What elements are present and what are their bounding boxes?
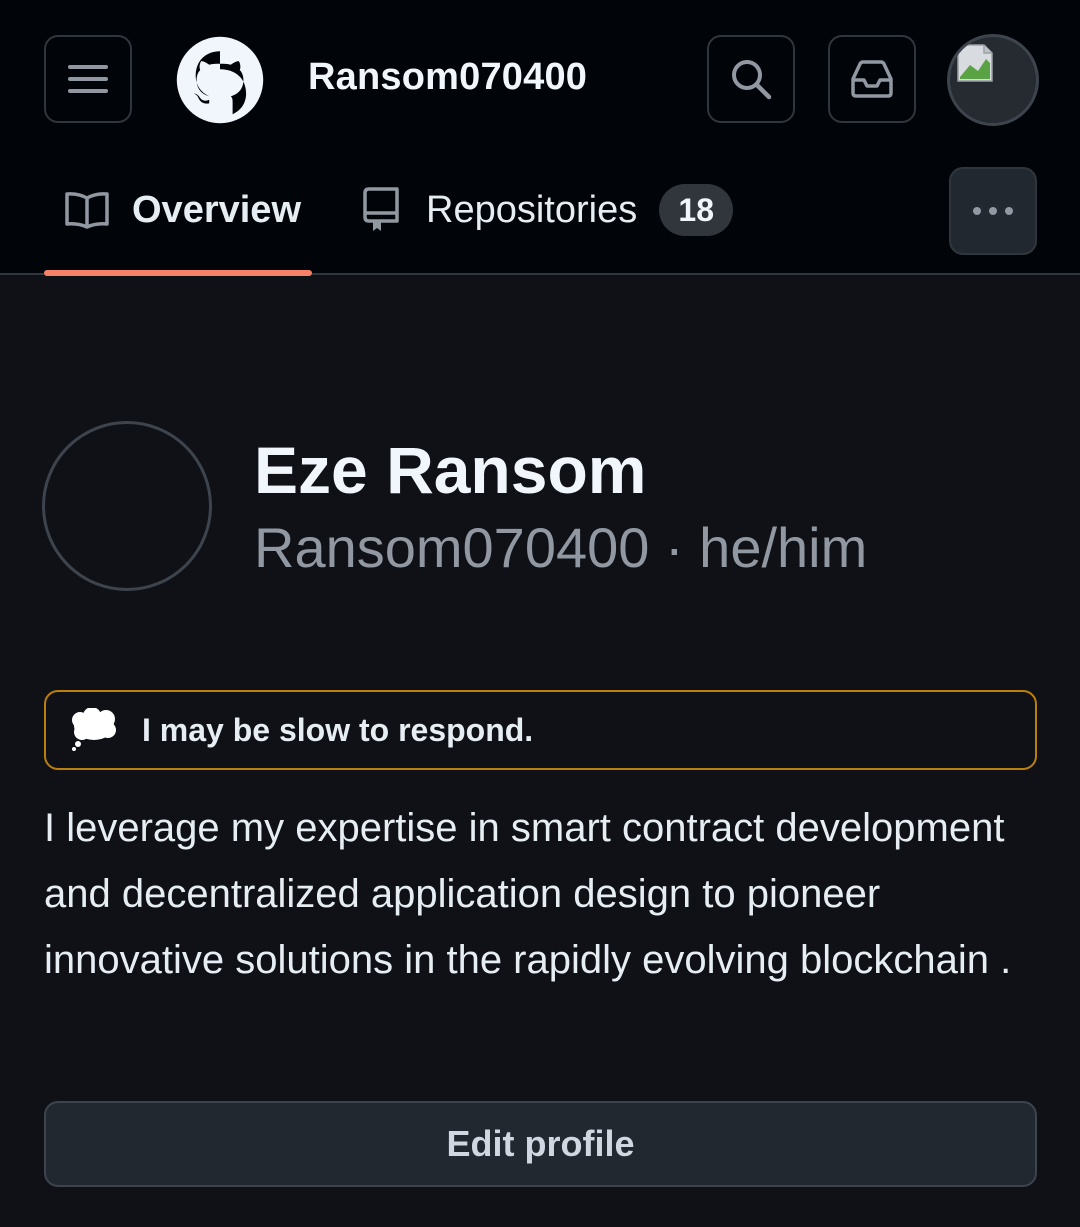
profile-pronouns: he/him xyxy=(699,516,868,579)
handle-separator: · xyxy=(664,516,684,579)
repositories-count-badge: 18 xyxy=(659,184,734,236)
status-message[interactable]: I may be slow to respond. xyxy=(44,690,1037,770)
inbox-button[interactable] xyxy=(828,35,916,123)
tab-repositories-label: Repositories xyxy=(426,188,638,231)
profile-avatar[interactable] xyxy=(42,421,212,591)
tab-overview-label: Overview xyxy=(132,188,301,231)
search-icon xyxy=(732,60,772,100)
active-tab-underline xyxy=(44,270,312,276)
more-options-button[interactable] xyxy=(949,167,1037,255)
inbox-icon xyxy=(851,60,893,98)
header-username[interactable]: Ransom070400 xyxy=(308,56,587,99)
kebab-dot-icon xyxy=(1005,207,1013,215)
github-logo-icon[interactable] xyxy=(175,35,265,125)
kebab-dot-icon xyxy=(973,207,981,215)
profile-bio: I leverage my expertise in smart contrac… xyxy=(44,806,1012,982)
repo-icon xyxy=(358,187,404,233)
thought-balloon-icon xyxy=(72,708,116,751)
edit-profile-button[interactable]: Edit profile xyxy=(44,1101,1037,1187)
tab-overview[interactable]: Overview xyxy=(64,180,301,240)
profile-full-name: Eze Ransom xyxy=(254,433,647,507)
profile-handle-line: Ransom070400 · he/him xyxy=(254,515,867,580)
menu-button[interactable] xyxy=(44,35,132,123)
tab-repositories[interactable]: Repositories 18 xyxy=(358,180,734,240)
hamburger-menu-icon xyxy=(68,65,108,93)
user-avatar-button[interactable] xyxy=(947,34,1039,126)
kebab-dot-icon xyxy=(989,207,997,215)
top-header: Ransom070400 Overview Repositories 18 xyxy=(0,0,1080,276)
profile-handle: Ransom070400 xyxy=(254,516,650,579)
book-icon xyxy=(64,187,110,233)
search-button[interactable] xyxy=(707,35,795,123)
status-text: I may be slow to respond. xyxy=(142,711,534,748)
broken-image-icon xyxy=(957,44,993,82)
